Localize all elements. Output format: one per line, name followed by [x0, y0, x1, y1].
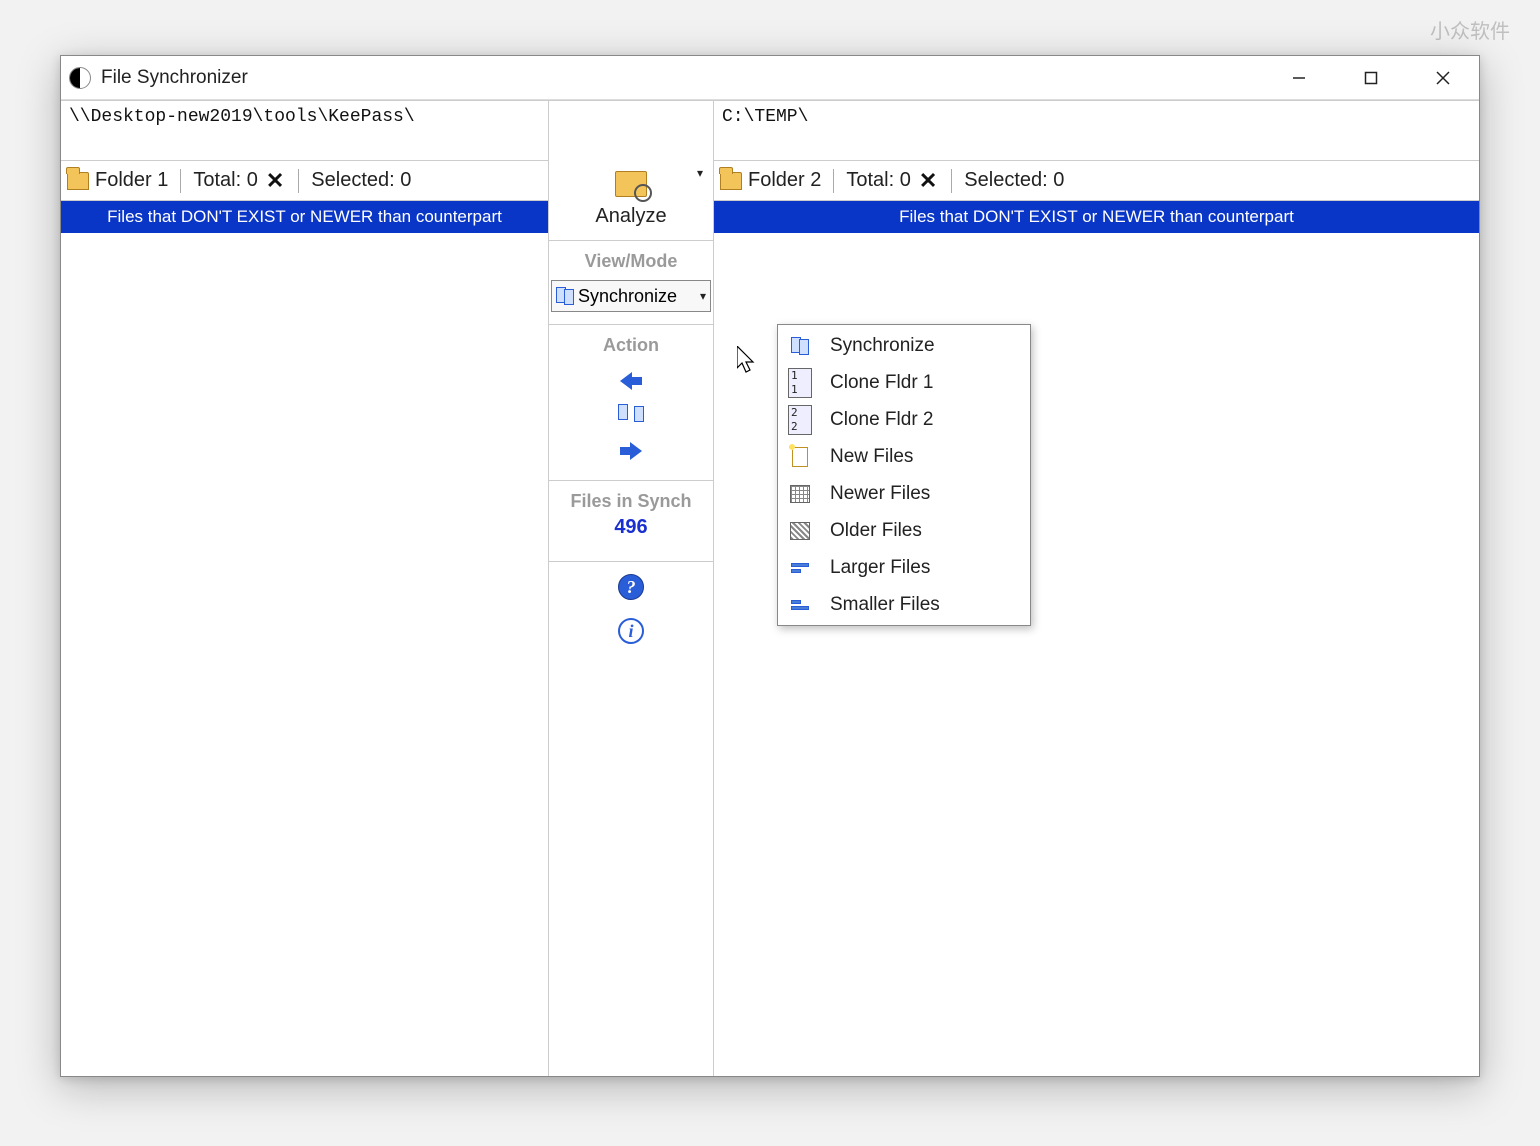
clear-icon[interactable]: ✕ — [266, 168, 284, 194]
maximize-icon — [1364, 71, 1378, 85]
content-area: \\Desktop-new2019\tools\KeePass\ Folder … — [61, 100, 1479, 1076]
app-window: File Synchronizer \\Desktop-new2019\tool… — [60, 55, 1480, 1077]
folder-1-label: Folder 1 — [95, 169, 168, 192]
maximize-button[interactable] — [1335, 56, 1407, 99]
folder-icon[interactable] — [67, 172, 89, 190]
menu-item-older-files[interactable]: Older Files — [780, 512, 1028, 549]
viewmode-label: View/Mode — [549, 241, 713, 280]
clone-2-icon: 2 2 — [788, 409, 812, 431]
hatch-icon — [788, 520, 812, 542]
minimize-button[interactable] — [1263, 56, 1335, 99]
help-info-block: ? i — [549, 562, 713, 656]
divider — [833, 169, 834, 193]
synchronize-icon — [556, 287, 574, 305]
menu-item-label: Smaller Files — [830, 594, 940, 616]
file-list-1[interactable] — [61, 233, 548, 1076]
files-in-synch-count: 496 — [549, 516, 713, 539]
info-button[interactable]: i — [618, 618, 644, 644]
menu-item-label: Clone Fldr 2 — [830, 409, 934, 431]
menu-item-larger-files[interactable]: Larger Files — [780, 549, 1028, 586]
analyze-button[interactable]: ▾ Analyze — [549, 101, 713, 241]
menu-item-label: Older Files — [830, 520, 922, 542]
analyze-label: Analyze — [595, 205, 666, 228]
menu-item-label: Clone Fldr 1 — [830, 372, 934, 394]
folder-icon[interactable] — [720, 172, 742, 190]
new-file-icon — [788, 446, 812, 468]
watermark-text: 小众软件 — [1430, 15, 1510, 44]
menu-item-new-files[interactable]: New Files — [780, 438, 1028, 475]
mode-selected-text: Synchronize — [578, 286, 696, 307]
path-input-1[interactable]: \\Desktop-new2019\tools\KeePass\ — [61, 101, 548, 161]
clone-1-icon: 1 1 — [788, 372, 812, 394]
copy-left-button[interactable] — [620, 372, 642, 390]
calendar-icon — [788, 483, 812, 505]
folder-2-selected: Selected: 0 — [964, 169, 1064, 192]
chevron-down-icon[interactable]: ▾ — [697, 166, 703, 180]
files-in-synch-block: Files in Synch 496 — [549, 481, 713, 549]
chevron-down-icon: ▾ — [700, 289, 706, 303]
menu-item-label: New Files — [830, 446, 913, 468]
panel-folder-1: \\Desktop-new2019\tools\KeePass\ Folder … — [61, 100, 549, 1076]
menu-item-newer-files[interactable]: Newer Files — [780, 475, 1028, 512]
title-bar: File Synchronizer — [61, 56, 1479, 100]
mode-dropdown-menu: Synchronize 1 1 Clone Fldr 1 2 2 Clone F… — [777, 324, 1031, 626]
path-input-2[interactable]: C:\TEMP\ — [714, 101, 1479, 161]
close-button[interactable] — [1407, 56, 1479, 99]
divider — [951, 169, 952, 193]
menu-item-clone-fldr-1[interactable]: 1 1 Clone Fldr 1 — [780, 364, 1028, 401]
folder-1-total: Total: 0 — [193, 169, 257, 192]
folder-1-stats: Folder 1 Total: 0 ✕ Selected: 0 — [61, 161, 548, 201]
menu-item-smaller-files[interactable]: Smaller Files — [780, 586, 1028, 623]
smaller-bar-icon — [788, 594, 812, 616]
larger-bar-icon — [788, 557, 812, 579]
menu-item-label: Newer Files — [830, 483, 930, 505]
close-icon — [1436, 71, 1450, 85]
app-icon — [69, 67, 91, 89]
mode-dropdown[interactable]: Synchronize ▾ — [551, 280, 711, 312]
files-in-synch-label: Files in Synch — [549, 487, 713, 512]
sync-both-button[interactable] — [618, 404, 644, 428]
folder-1-header: Files that DON'T EXIST or NEWER than cou… — [61, 201, 548, 233]
synchronize-icon — [788, 335, 812, 357]
folder-2-stats: Folder 2 Total: 0 ✕ Selected: 0 — [714, 161, 1479, 201]
menu-item-synchronize[interactable]: Synchronize — [780, 327, 1028, 364]
window-title: File Synchronizer — [101, 67, 1263, 89]
window-controls — [1263, 56, 1479, 99]
folder-2-header: Files that DON'T EXIST or NEWER than cou… — [714, 201, 1479, 233]
copy-right-button[interactable] — [620, 442, 642, 460]
center-column: ▾ Analyze View/Mode Synchronize ▾ Action… — [549, 100, 713, 1076]
minimize-icon — [1292, 71, 1306, 85]
menu-item-label: Synchronize — [830, 335, 935, 357]
action-label: Action — [549, 325, 713, 364]
help-button[interactable]: ? — [618, 574, 644, 600]
divider — [298, 169, 299, 193]
folder-2-total: Total: 0 — [846, 169, 910, 192]
menu-item-label: Larger Files — [830, 557, 930, 579]
analyze-icon — [615, 171, 647, 197]
menu-item-clone-fldr-2[interactable]: 2 2 Clone Fldr 2 — [780, 401, 1028, 438]
action-buttons — [549, 364, 713, 468]
folder-1-selected: Selected: 0 — [311, 169, 411, 192]
clear-icon[interactable]: ✕ — [919, 168, 937, 194]
folder-2-label: Folder 2 — [748, 169, 821, 192]
divider — [180, 169, 181, 193]
